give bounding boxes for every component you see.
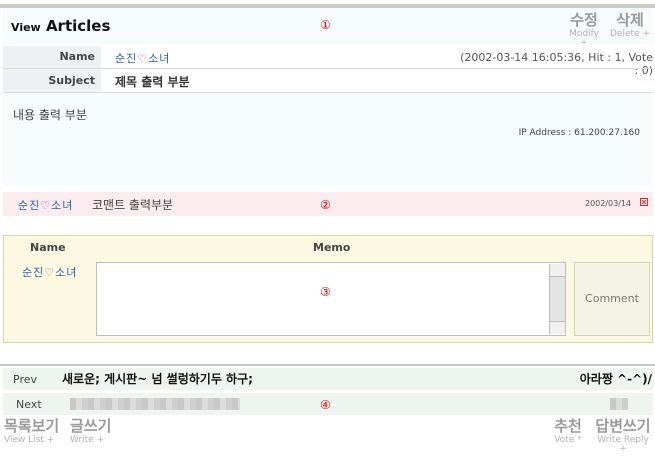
comment-text: 코맨트 출력부분	[92, 198, 174, 212]
next-title-link[interactable]	[70, 398, 240, 410]
comment-date: 2002/03/14	[585, 199, 632, 208]
scroll-down-icon[interactable]	[550, 321, 565, 334]
form-name-header: Name	[30, 241, 66, 254]
write-reply-sub-label: Write Reply +	[597, 435, 649, 454]
prev-title-link[interactable]: 새로운; 게시판~ 넘 썰렁하기두 하구;	[62, 370, 253, 387]
name-label-cell: Name	[3, 46, 101, 68]
nick-part-b: 소녀	[51, 199, 74, 212]
nick-part-a: 순진	[22, 266, 45, 279]
form-author: 순진♡소녀	[22, 264, 77, 280]
write-label: 글쓰기	[70, 417, 112, 435]
view-list-button[interactable]: 목록보기 View List +	[4, 419, 60, 445]
vote-label: 추천	[554, 417, 582, 435]
write-sub-label: Write +	[70, 435, 105, 445]
title-main: Articles	[45, 17, 111, 35]
vote-button[interactable]: 추천 Vote *	[550, 419, 586, 445]
memo-textarea[interactable]	[96, 262, 566, 336]
row-divider	[3, 92, 653, 93]
scroll-up-icon[interactable]	[550, 264, 565, 277]
name-label: Name	[59, 50, 95, 63]
next-label: Next	[16, 398, 42, 411]
marker-3: ③	[320, 285, 331, 299]
author-nickname[interactable]: 순진♡소녀	[115, 50, 170, 66]
view-list-sub-label: View List +	[4, 435, 55, 445]
nav-divider	[0, 364, 655, 366]
nick-part-b: 소녀	[55, 266, 78, 279]
heart-icon: ♡	[40, 199, 52, 212]
marker-4: ④	[320, 398, 331, 412]
write-reply-label: 답변쓰기	[595, 417, 651, 435]
title-small: View	[11, 21, 41, 34]
write-button[interactable]: 글쓰기 Write +	[70, 419, 120, 445]
ip-address: IP Address : 61.200.27.160	[518, 128, 640, 138]
memo-scrollbar[interactable]	[549, 264, 565, 334]
article-subject: 제목 출력 부분	[115, 75, 190, 89]
heart-icon: ♡	[44, 266, 56, 279]
subject-label-cell: Subject	[3, 69, 101, 92]
write-reply-button[interactable]: 답변쓰기 Write Reply +	[594, 419, 652, 454]
form-memo-header: Memo	[313, 241, 351, 254]
article-content-area	[3, 94, 653, 186]
comment-submit-button[interactable]: Comment	[574, 262, 650, 336]
subject-label: Subject	[48, 74, 95, 87]
marker-1: ①	[320, 18, 331, 32]
modify-label: 수정	[570, 11, 598, 29]
page-title: View Articles	[11, 17, 110, 35]
modify-button[interactable]: 수정 Modify +	[564, 13, 604, 48]
article-body: 내용 출력 부분	[13, 108, 87, 122]
view-list-label: 목록보기	[4, 417, 60, 435]
post-meta: (2002-03-14 16:05:36, Hit : 1, Vote : 0)	[460, 51, 653, 77]
next-author	[610, 398, 628, 410]
modify-sub-label: Modify +	[569, 29, 599, 48]
delete-button[interactable]: 삭제 Delete +	[610, 13, 650, 39]
nick-part-a: 순진	[18, 199, 41, 212]
prev-author: 아라짱 ^-^)/	[579, 372, 652, 386]
x-box-icon[interactable]	[640, 198, 648, 206]
vote-sub-label: Vote *	[554, 435, 582, 445]
nick-part-b: 소녀	[148, 52, 171, 65]
marker-2: ②	[320, 198, 331, 212]
heart-icon: ♡	[137, 52, 149, 65]
delete-sub-label: Delete +	[610, 29, 650, 39]
prev-label: Prev	[13, 373, 37, 386]
nick-part-a: 순진	[115, 52, 138, 65]
comment-author[interactable]: 순진♡소녀	[18, 197, 73, 213]
delete-label: 삭제	[616, 11, 644, 29]
